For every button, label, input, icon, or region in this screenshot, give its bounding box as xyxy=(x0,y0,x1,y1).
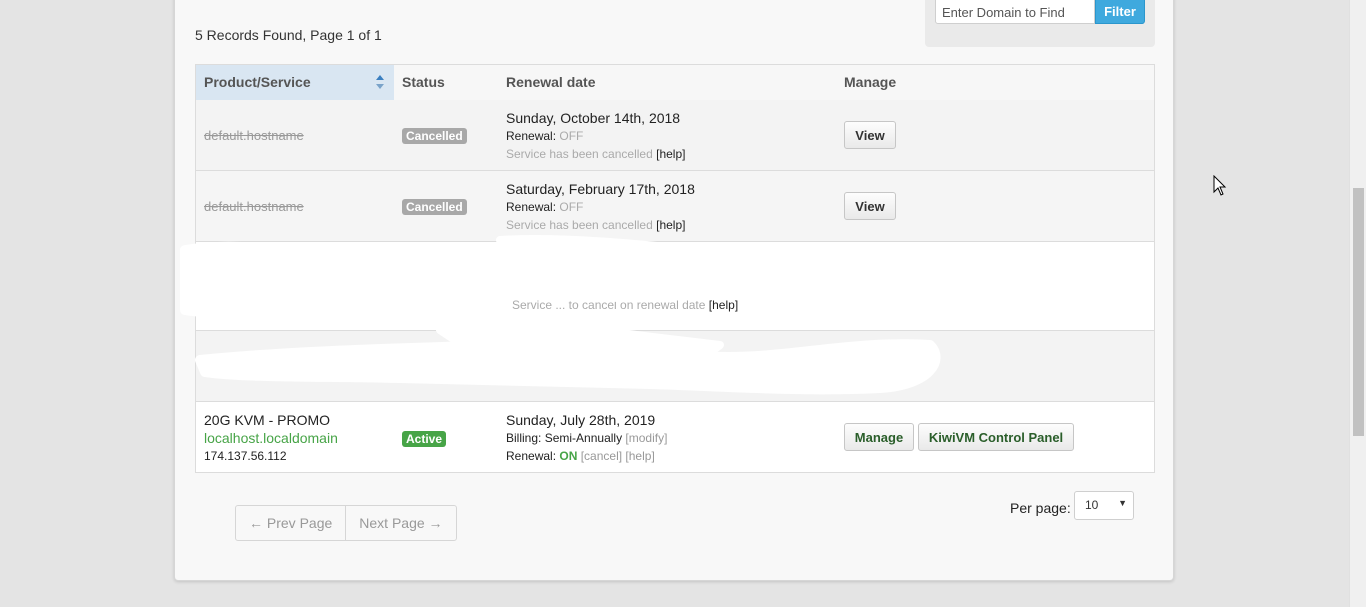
service-hostname[interactable]: localhost.localdomain xyxy=(204,430,338,446)
per-page-value: 10 xyxy=(1085,498,1099,512)
kiwivm-control-panel-button[interactable]: KiwiVM Control Panel xyxy=(918,423,1074,451)
filter-button[interactable]: Filter xyxy=(1095,0,1145,24)
cancel-link[interactable]: [cancel] xyxy=(581,449,622,463)
services-table: Product/Service Status Renewal date Mana… xyxy=(195,64,1155,473)
scrollbar-thumb[interactable] xyxy=(1353,188,1364,436)
per-page-select[interactable]: 10 ▼ xyxy=(1074,491,1134,520)
service-note: Service has been cancelled xyxy=(506,147,653,161)
column-header-label: Product/Service xyxy=(204,74,311,90)
column-header-manage: Manage xyxy=(844,74,897,90)
sort-icon xyxy=(376,75,384,89)
column-header-status[interactable]: Status xyxy=(402,65,445,100)
view-button[interactable]: View xyxy=(844,192,896,220)
help-link[interactable]: [help] xyxy=(709,298,738,312)
table-row: Service ... to cancel on renewal date [h… xyxy=(196,242,1154,331)
billing-label: Billing: xyxy=(506,431,542,445)
help-link[interactable]: [help] xyxy=(625,449,654,463)
table-header: Product/Service Status Renewal date Mana… xyxy=(196,65,1154,101)
service-note: Service ... to cancel on renewal date [h… xyxy=(512,298,738,312)
renewal-info: Saturday, February 17th, 2018 Renewal: O… xyxy=(506,181,695,232)
status-badge-label: Active xyxy=(402,431,447,447)
renewal-value: ON xyxy=(559,449,578,463)
table-row xyxy=(196,331,1154,402)
pagination: ← Prev Page Next Page → xyxy=(235,505,457,541)
manage-button[interactable]: Manage xyxy=(844,423,914,451)
service-ip: 174.137.56.112 xyxy=(204,449,287,463)
records-summary: 5 Records Found, Page 1 of 1 xyxy=(195,27,382,43)
service-note: Service has been cancelled xyxy=(506,218,653,232)
renewal-label: Renewal: xyxy=(506,449,557,463)
status-badge: Cancelled xyxy=(402,128,467,144)
table-row: default.hostname Cancelled Sunday, Octob… xyxy=(196,100,1154,171)
column-header-product[interactable]: Product/Service xyxy=(196,65,394,100)
product-name: 20G KVM - PROMO xyxy=(204,412,331,428)
chevron-down-icon: ▼ xyxy=(1118,498,1127,508)
help-link[interactable]: [help] xyxy=(656,147,685,161)
view-button[interactable]: View xyxy=(844,121,896,149)
renewal-value: OFF xyxy=(559,200,584,214)
per-page-label: Per page: xyxy=(1010,500,1071,516)
renewal-info: Sunday, July 28th, 2019 Billing: Semi-An… xyxy=(506,412,667,463)
next-page-button[interactable]: Next Page → xyxy=(345,506,455,540)
renewal-date: Sunday, July 28th, 2019 xyxy=(506,412,656,428)
status-badge-label: Cancelled xyxy=(402,199,467,215)
page-scrollbar[interactable] xyxy=(1349,0,1366,607)
service-note-text: Service ... to cancel on renewal date xyxy=(512,298,706,312)
renewal-label: Renewal: xyxy=(506,200,557,214)
status-badge: Active xyxy=(402,431,447,447)
domain-filter-input[interactable] xyxy=(935,0,1095,24)
renewal-date: Sunday, October 14th, 2018 xyxy=(506,110,681,126)
renewal-label: Renewal: xyxy=(506,129,557,143)
status-badge: Cancelled xyxy=(402,199,467,215)
status-badge-label: Cancelled xyxy=(402,128,467,144)
mouse-cursor-icon xyxy=(1213,175,1227,196)
renewal-value: OFF xyxy=(559,129,584,143)
column-header-renewal-date[interactable]: Renewal date xyxy=(506,65,595,100)
service-hostname[interactable]: default.hostname xyxy=(204,128,304,143)
help-link[interactable]: [help] xyxy=(656,218,685,232)
service-hostname[interactable]: default.hostname xyxy=(204,199,304,214)
table-row: default.hostname Cancelled Saturday, Feb… xyxy=(196,171,1154,242)
modify-link[interactable]: [modify] xyxy=(625,431,667,445)
billing-value: Semi-Annually xyxy=(544,431,623,445)
renewal-date: Saturday, February 17th, 2018 xyxy=(506,181,695,197)
prev-page-button[interactable]: ← Prev Page xyxy=(236,506,345,540)
renewal-info: Sunday, October 14th, 2018 Renewal: OFF … xyxy=(506,110,685,161)
table-row: 20G KVM - PROMO localhost.localdomain 17… xyxy=(196,402,1154,472)
product-info: 20G KVM - PROMO localhost.localdomain 17… xyxy=(204,412,338,463)
